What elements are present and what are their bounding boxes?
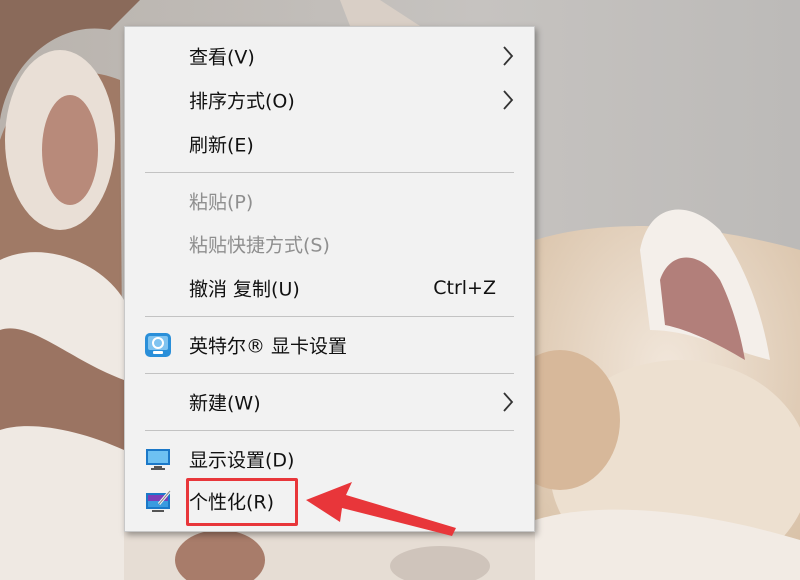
menu-item-paste-shortcut: 粘贴快捷方式(S) (125, 224, 534, 264)
menu-item-paste: 粘贴(P) (125, 181, 534, 221)
menu-item-label: 查看(V) (189, 46, 255, 69)
chevron-right-icon (503, 46, 514, 66)
menu-separator (145, 316, 514, 317)
menu-item-label: 新建(W) (189, 392, 261, 415)
chevron-right-icon (503, 392, 514, 412)
menu-item-new[interactable]: 新建(W) (125, 382, 534, 422)
menu-item-refresh[interactable]: 刷新(E) (125, 124, 534, 164)
intel-graphics-icon (145, 333, 171, 357)
menu-item-intel-graphics[interactable]: 英特尔® 显卡设置 (125, 325, 534, 365)
chevron-right-icon (503, 90, 514, 110)
menu-item-label: 撤消 复制(U) (189, 278, 300, 301)
desktop[interactable]: 查看(V) 排序方式(O) 刷新(E) 粘贴(P) 粘贴快捷方式(S) 撤消 复… (0, 0, 800, 580)
menu-separator (145, 430, 514, 431)
menu-item-shortcut: Ctrl+Z (433, 277, 496, 299)
menu-separator (145, 373, 514, 374)
annotation-arrow-icon (306, 482, 456, 536)
annotation-highlight-box (186, 478, 298, 526)
menu-item-label: 刷新(E) (189, 134, 254, 157)
menu-item-sort-by[interactable]: 排序方式(O) (125, 80, 534, 120)
menu-item-label: 排序方式(O) (189, 90, 295, 113)
menu-item-view[interactable]: 查看(V) (125, 36, 534, 76)
menu-item-undo-copy[interactable]: 撤消 复制(U) Ctrl+Z (125, 268, 534, 308)
menu-item-label: 显示设置(D) (189, 449, 295, 472)
monitor-icon (146, 449, 170, 470)
menu-separator (145, 172, 514, 173)
menu-item-label: 英特尔® 显卡设置 (189, 335, 348, 358)
menu-item-label: 粘贴快捷方式(S) (189, 234, 330, 257)
personalize-icon (146, 490, 172, 512)
desktop-context-menu: 查看(V) 排序方式(O) 刷新(E) 粘贴(P) 粘贴快捷方式(S) 撤消 复… (124, 26, 535, 532)
menu-item-label: 粘贴(P) (189, 191, 254, 214)
